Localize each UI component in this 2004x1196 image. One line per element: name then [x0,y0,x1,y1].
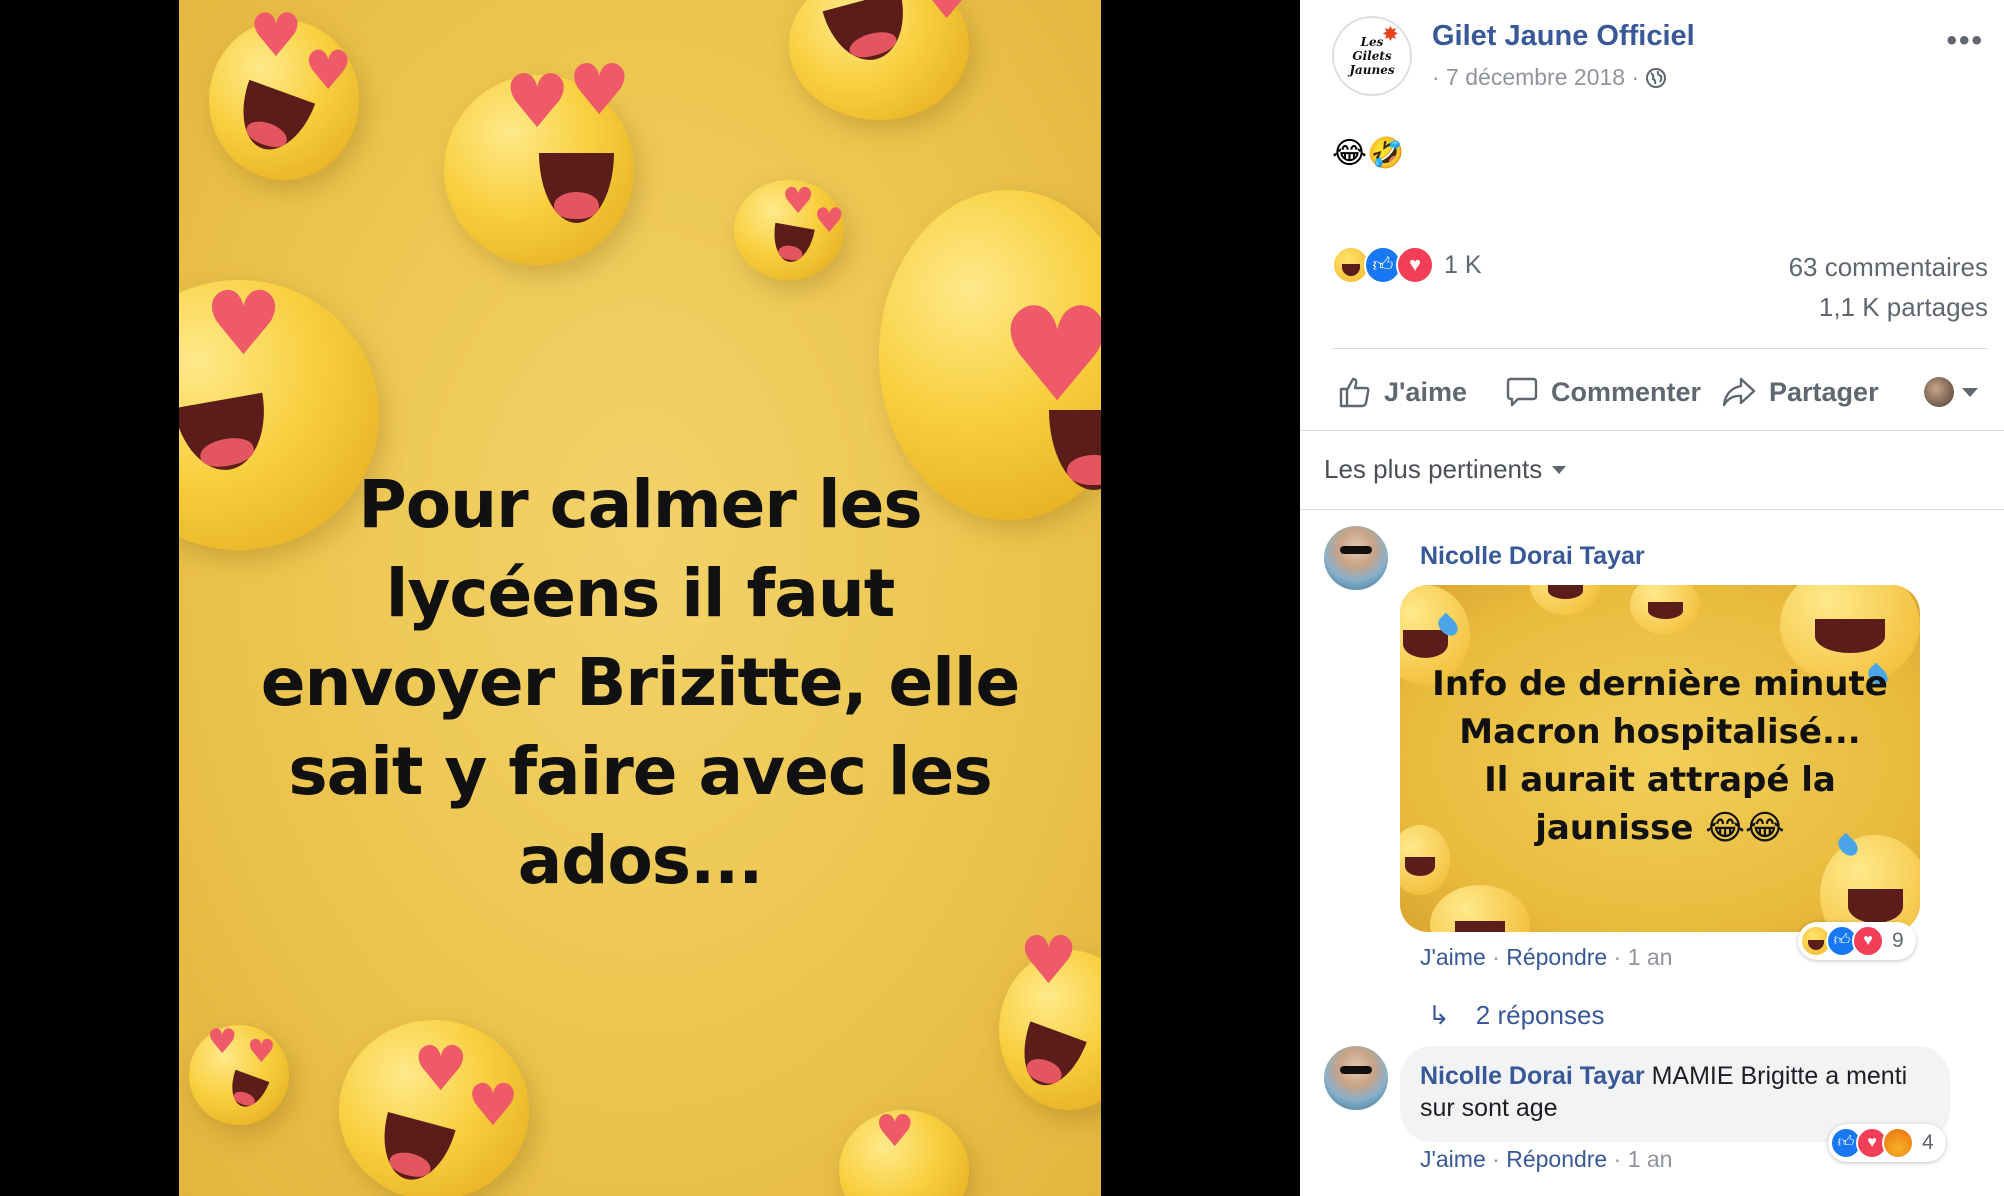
laughing-emoji [1530,585,1600,615]
comments-count[interactable]: 63 commentaires [1789,252,1988,283]
caption-line: envoyer Brizitte, elle [260,644,1021,721]
post-panel: Les Gilets Jaunes ✸ Gilet Jaune Officiel… [1300,0,2004,1196]
image-text-line: Macron hospitalisé... [1459,712,1861,752]
sort-label: Les plus pertinents [1324,454,1543,484]
more-icon[interactable]: ••• [1946,24,1984,58]
separator: · [1492,944,1507,970]
heart-eyes-emoji: ♥ ♥ [444,55,634,265]
laughing-emoji [1430,885,1530,932]
comment-icon [1506,377,1538,407]
comment-reply-link[interactable]: Répondre [1506,944,1607,970]
angry-reaction-icon [1882,1127,1914,1159]
star-icon: ✸ [1382,24,1398,45]
comment-meta: J'aime · Répondre · 1 an [1420,1146,1672,1173]
avatar-text: Jaunes [1349,63,1395,77]
like-icon [1339,377,1370,408]
comment-reactions[interactable]: 👍︎ ♥ 4 [1828,1124,1946,1162]
comment-meta: J'aime · Répondre · 1 an [1420,944,1672,971]
comment-reaction-count: 9 [1892,929,1904,952]
photo-caption: Pour calmer les lycéens il faut envoyer … [239,460,1041,905]
replies-label: 2 réponses [1475,1000,1605,1030]
comment-label: Commenter [1550,376,1702,407]
page-avatar[interactable]: Les Gilets Jaunes ✸ [1332,16,1412,96]
view-replies-link[interactable]: ↳ 2 réponses [1428,1000,1604,1031]
post-text: 😂🤣 [1332,137,1405,170]
page-name[interactable]: Gilet Jaune Officiel [1432,20,1695,53]
image-text-line: jaunisse 😂😂 [1535,808,1785,848]
heart-eyes-emoji: ♥ [999,928,1101,1110]
divider [1300,509,2004,510]
caption-line: ados... [517,822,764,899]
heart-eyes-emoji: ♥ [789,0,975,120]
comment-reactions[interactable]: 👍︎ ♥ 9 [1798,922,1916,960]
like-button[interactable]: J'aime [1338,375,1467,409]
separator: · [1492,1146,1507,1172]
avatar[interactable] [1324,1046,1388,1110]
avatar-text: Les [1360,35,1384,49]
chevron-down-icon [1962,387,1978,397]
separator: · [1613,1146,1628,1172]
comment-like-link[interactable]: J'aime [1420,944,1486,970]
post-photo[interactable]: ♥ ♥ ♥ ♥ ♥ ♥ ♥ ♥ ♥ ♥ ♥ ♥ ♥ ♥ Pour calmer … [179,0,1101,1196]
heart-eyes-emoji: ♥ ♥ [734,180,844,280]
post-date[interactable]: · 7 décembre 2018 · [1432,64,1639,91]
love-reaction-icon: ♥ [1852,925,1884,957]
laughing-emoji [1630,585,1700,635]
reply-arrow-icon: ↳ [1428,1000,1450,1031]
comment-reaction-count: 4 [1922,1131,1934,1154]
comment-time[interactable]: 1 an [1628,944,1673,970]
heart-eyes-emoji: ♥ ♥ [189,1025,289,1125]
image-text-line: Il aurait attrapé la [1484,760,1836,800]
heart-eyes-emoji: ♥ ♥ [339,1020,529,1196]
comment-time[interactable]: 1 an [1628,1146,1673,1172]
caption-line: sait y faire avec les [288,733,992,810]
divider [1300,430,2004,431]
avatar [1924,377,1954,407]
comment-like-link[interactable]: J'aime [1420,1146,1486,1172]
heart-eyes-emoji: ♥ [839,1110,969,1196]
avatar-text: Gilets [1352,49,1392,63]
post-actions: J'aime Commenter Partager [1332,364,1988,420]
comment-author[interactable]: Nicolle Dorai Tayar [1420,542,1645,571]
reaction-count: 1 K [1444,250,1482,279]
caption-line: Pour calmer les [358,466,922,543]
caption-line: lycéens il faut [385,555,896,632]
post-meta: · 7 décembre 2018 · [1432,64,1667,91]
comment-reply-link[interactable]: Répondre [1506,1146,1607,1172]
comment-image[interactable]: Info de dernière minute Macron hospitali… [1400,585,1920,932]
divider [1332,348,1988,349]
comment-sort-dropdown[interactable]: Les plus pertinents [1324,454,1567,485]
heart-eyes-emoji: ♥ ♥ [209,6,359,180]
separator: · [1613,944,1628,970]
audience-selector[interactable] [1924,377,1978,407]
shares-count[interactable]: 1,1 K partages [1819,292,1988,323]
comment-image-text: Info de dernière minute Macron hospitali… [1400,660,1920,852]
avatar[interactable] [1324,526,1388,590]
caret-down-icon [1552,465,1567,474]
comment-button[interactable]: Commenter [1505,375,1701,409]
comment-author[interactable]: Nicolle Dorai Tayar [1420,1062,1645,1090]
globe-icon[interactable] [1645,67,1667,89]
share-label: Partager [1769,376,1879,407]
like-label: J'aime [1384,376,1467,407]
reactions-summary[interactable]: 👍︎ ♥ 1 K [1332,246,1482,284]
share-icon [1722,377,1756,407]
share-button[interactable]: Partager [1721,375,1879,409]
love-reaction-icon: ♥ [1396,246,1434,284]
image-text-line: Info de dernière minute [1432,664,1888,704]
photo-viewer: ♥ ♥ ♥ ♥ ♥ ♥ ♥ ♥ ♥ ♥ ♥ ♥ ♥ ♥ Pour calmer … [0,0,1300,1196]
